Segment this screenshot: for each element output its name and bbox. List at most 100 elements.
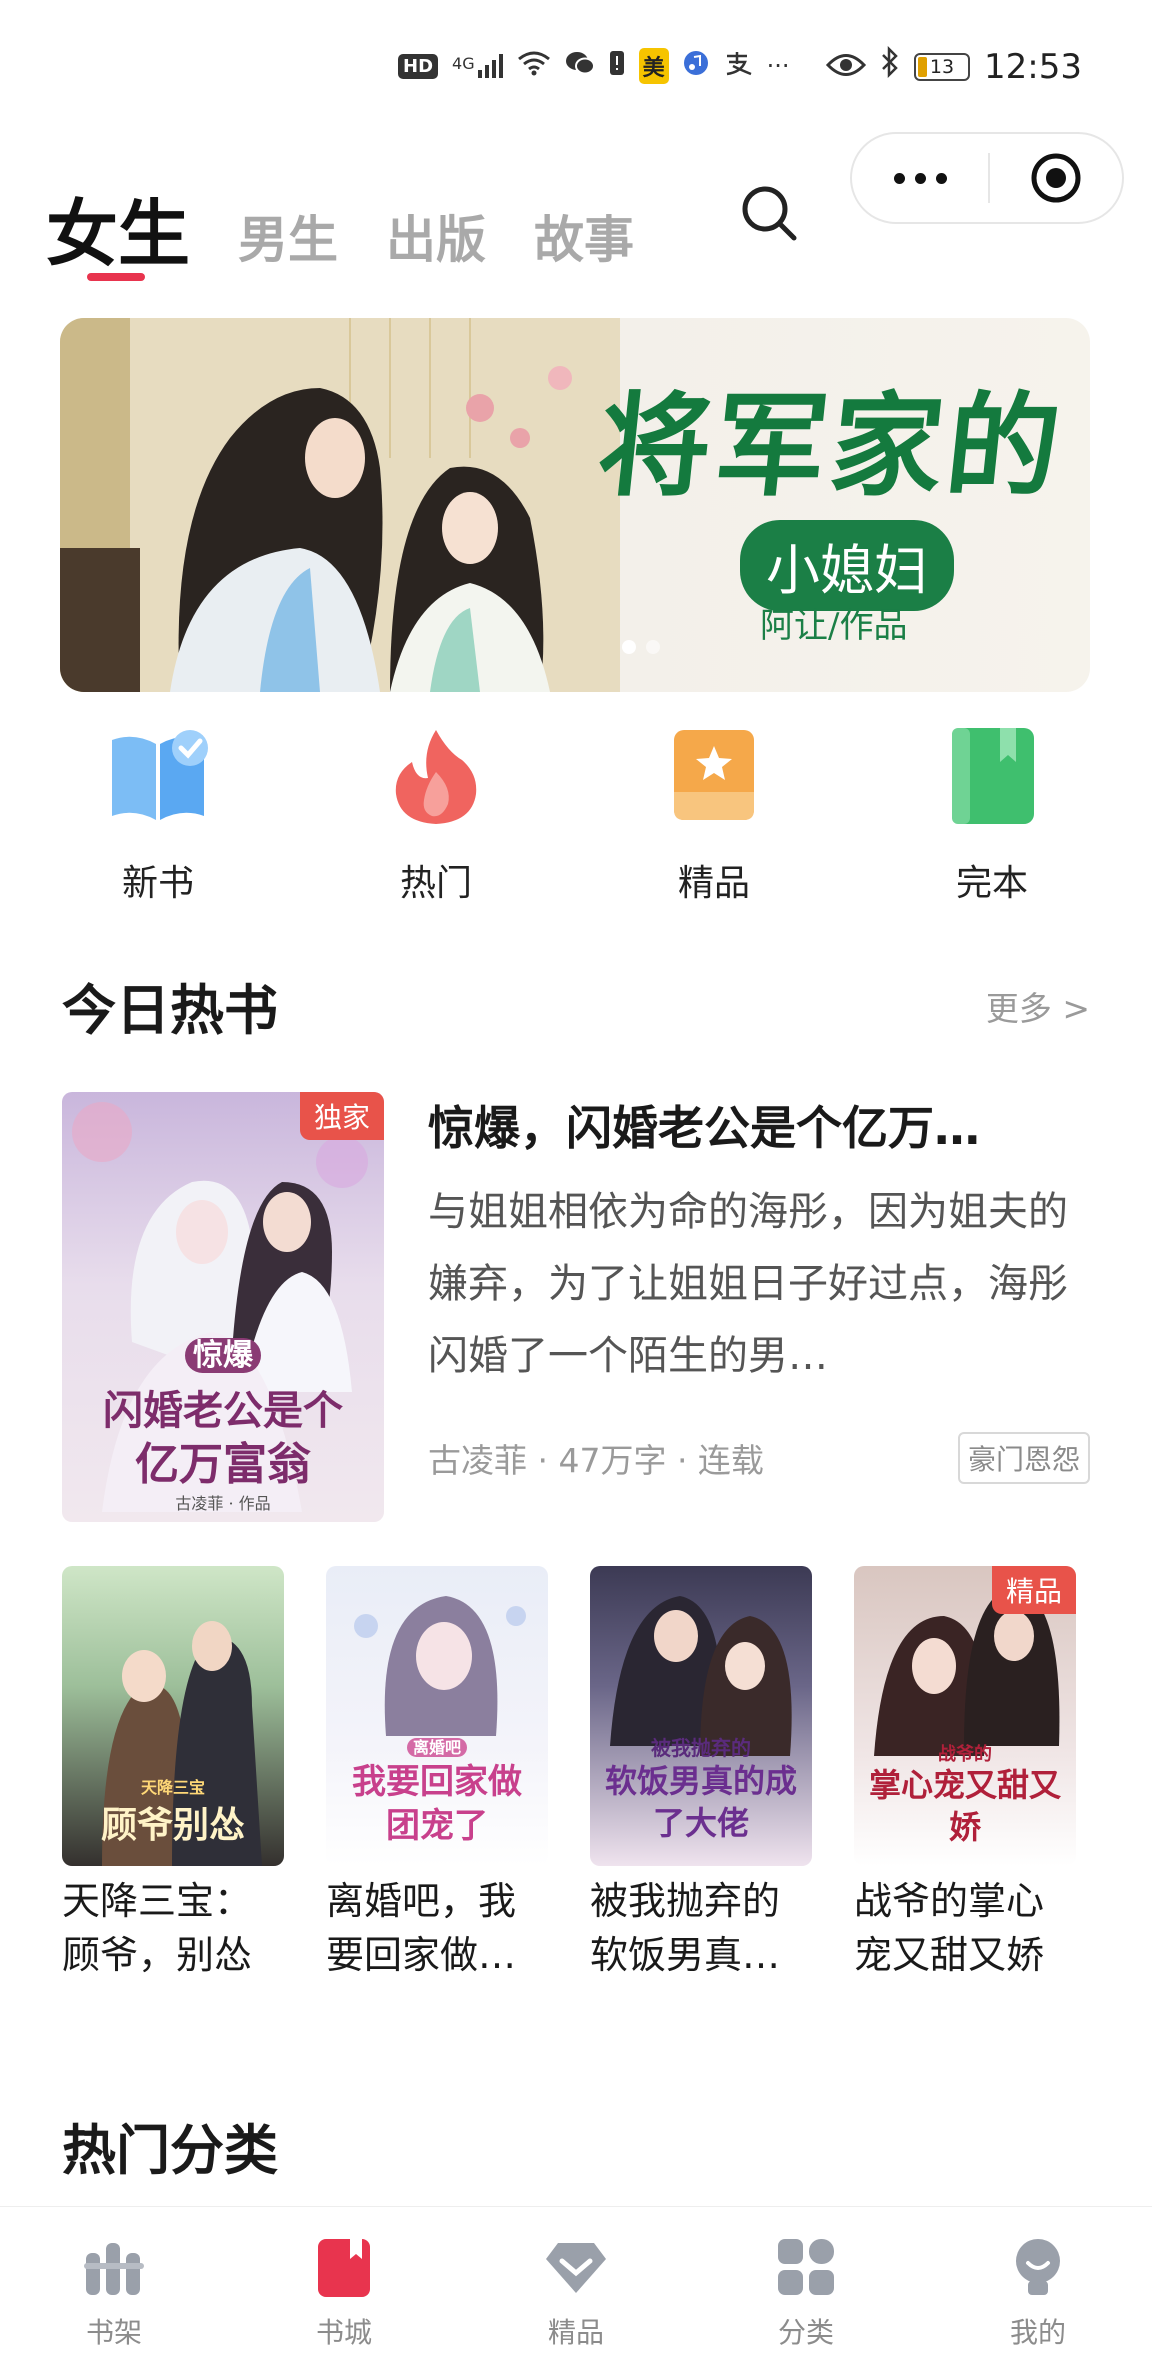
flame-icon — [395, 730, 477, 824]
nav-premium[interactable]: 精品 — [496, 2235, 656, 2351]
mini-program-capsule — [850, 132, 1124, 224]
diamond-icon — [546, 2243, 606, 2293]
more-link[interactable]: 更多 > — [986, 982, 1090, 1030]
book-item[interactable]: 天降三宝 顾爷别怂 天降三宝：顾爷，别怂 — [62, 1566, 284, 1982]
premium-badge: 精品 — [991, 1566, 1076, 1614]
alert-icon — [609, 49, 625, 84]
cover-sub: 战爷的 — [938, 1744, 992, 1765]
banner-dot-active — [622, 640, 636, 654]
more-menu-button[interactable] — [852, 134, 988, 222]
tab-story[interactable]: 故事 — [534, 200, 634, 280]
cover-text: 软饭男真的成了大佬 — [604, 1762, 797, 1842]
cover-sub: 被我抛弃的 — [651, 1736, 751, 1760]
battery-level: 13 — [929, 55, 955, 78]
wifi-icon — [517, 50, 551, 83]
book-cover: 离婚吧 我要回家做团宠了 — [326, 1566, 548, 1866]
book-item[interactable]: 精品 战爷的 掌心宠又甜又娇 战爷的掌心宠又甜又娇 — [854, 1566, 1076, 1982]
battery-icon: 13 — [914, 52, 971, 81]
exclusive-badge: 独家 — [299, 1092, 384, 1140]
clock: 12:53 — [984, 46, 1082, 87]
quick-label: 热门 — [399, 863, 472, 904]
nav-bookshelf[interactable]: 书架 — [34, 2235, 194, 2351]
cover-author: 古凌菲 · 作品 — [175, 1494, 271, 1513]
bookstore-icon — [318, 2239, 370, 2297]
nav-label: 书架 — [85, 2316, 142, 2349]
book-title: 离婚吧，我要回家做… — [326, 1879, 517, 1977]
wechat-icon — [565, 50, 595, 83]
nav-category[interactable]: 分类 — [726, 2235, 886, 2351]
nav-label: 我的 — [1009, 2316, 1066, 2349]
today-hot-header: 今日热书 更多 > — [62, 966, 1090, 1045]
quick-label: 新书 — [121, 863, 194, 904]
quick-item-premium[interactable]: 精品 — [614, 722, 814, 906]
cover-text-1: 惊爆 — [185, 1338, 261, 1373]
more-status-icon: ··· — [766, 52, 790, 80]
cover-sub: 天降三宝 — [140, 1778, 205, 1797]
channel-tabs: 女生 男生 出版 故事 — [46, 170, 634, 280]
eye-icon — [825, 47, 867, 87]
book-title: 被我抛弃的软饭男真… — [590, 1879, 781, 1977]
quick-item-hot[interactable]: 热门 — [336, 722, 536, 906]
nav-label: 书城 — [315, 2316, 372, 2349]
nav-profile[interactable]: 我的 — [958, 2235, 1118, 2351]
book-title: 惊爆，闪婚老公是个亿万… — [428, 1101, 980, 1155]
grid-icon — [778, 2239, 834, 2295]
signal-icon: 4G — [452, 54, 503, 78]
book-title: 战爷的掌心宠又甜又娇 — [854, 1879, 1045, 1977]
active-tab-indicator — [87, 273, 145, 281]
featured-book-card[interactable]: 独家 惊爆 闪婚老公是个 亿万富翁 古凌菲 · 作品 惊爆，闪婚老公是个亿万… … — [62, 1092, 1090, 1522]
cover-sub: 离婚吧 — [406, 1738, 467, 1757]
book-info: 惊爆，闪婚老公是个亿万… 与姐姐相依为命的海彤，因为姐夫的嫌弃，为了让姐姐日子好… — [428, 1092, 1090, 1484]
bottom-navigation: 书架 书城 精品 分类 我的 — [0, 2206, 1152, 2376]
new-book-icon — [112, 730, 208, 820]
book-cover: 独家 惊爆 闪婚老公是个 亿万富翁 古凌菲 · 作品 — [62, 1092, 384, 1522]
tab-female[interactable]: 女生 — [46, 175, 190, 280]
banner-author: 阿让/作品 — [760, 606, 908, 646]
banner-title: 将军家的 — [592, 381, 1070, 512]
network-type: 4G — [452, 54, 475, 73]
book-meta: 古凌菲 · 47万字 · 连载 豪门恩怨 — [428, 1432, 1090, 1484]
banner-pagination — [622, 640, 660, 654]
quick-item-finished[interactable]: 完本 — [892, 722, 1092, 906]
hot-categories-header: 热门分类 — [62, 2106, 1090, 2185]
star-badge-icon — [674, 730, 754, 820]
search-button[interactable] — [738, 182, 800, 244]
profile-icon — [1016, 2239, 1060, 2295]
cover-text: 我要回家做团宠了 — [352, 1762, 522, 1846]
close-program-button[interactable] — [990, 134, 1122, 222]
hero-banner[interactable]: 将军家的 小媳妇 阿让/作品 — [60, 318, 1090, 692]
banner-illustration — [60, 318, 620, 692]
cover-line-1: 惊爆 — [72, 1330, 374, 1374]
finished-book-icon — [952, 728, 1034, 824]
book-grid: 天降三宝 顾爷别怂 天降三宝：顾爷，别怂 离婚吧 我要回家做团宠了 离婚吧，我要… — [62, 1566, 1090, 1986]
book-cover: 精品 战爷的 掌心宠又甜又娇 — [854, 1566, 1076, 1866]
music-icon — [683, 50, 709, 83]
quick-label: 完本 — [955, 863, 1028, 904]
nav-bookstore[interactable]: 书城 — [264, 2235, 424, 2351]
cover-text: 掌心宠又甜又娇 — [868, 1766, 1061, 1846]
tab-male[interactable]: 男生 — [238, 200, 338, 280]
bluetooth-icon — [880, 45, 900, 87]
book-cover: 被我抛弃的 软饭男真的成了大佬 — [590, 1566, 812, 1866]
cover-sub-wrap: 离婚吧 — [336, 1734, 538, 1758]
alipay-icon — [723, 50, 753, 83]
book-title: 天降三宝：顾爷，别怂 — [62, 1879, 253, 1977]
quick-categories: 新书 热门 精品 完本 — [0, 722, 1152, 912]
search-icon — [742, 186, 797, 241]
cover-line-3: 亿万富翁 — [135, 1439, 311, 1490]
status-icons: HD 4G 美 ··· — [398, 48, 790, 84]
status-bar: HD 4G 美 ··· 13 12:53 — [0, 0, 1152, 130]
meituan-badge-icon: 美 — [638, 48, 669, 84]
book-meta-text: 古凌菲 · 47万字 · 连载 — [428, 1441, 764, 1480]
quick-item-new[interactable]: 新书 — [58, 722, 258, 906]
target-icon — [1031, 153, 1081, 203]
quick-label: 精品 — [677, 863, 750, 904]
tab-publish[interactable]: 出版 — [386, 200, 486, 280]
book-item[interactable]: 被我抛弃的 软饭男真的成了大佬 被我抛弃的软饭男真… — [590, 1566, 812, 1982]
hd-indicator: HD — [398, 53, 439, 79]
status-right: 13 12:53 — [825, 45, 1082, 87]
book-description: 与姐姐相依为命的海彤，因为姐夫的嫌弃，为了让姐姐日子好过点，海彤闪婚了一个陌生的… — [428, 1189, 1068, 1379]
book-item[interactable]: 离婚吧 我要回家做团宠了 离婚吧，我要回家做… — [326, 1566, 548, 1982]
section-title: 热门分类 — [62, 2119, 278, 2182]
nav-label: 精品 — [547, 2316, 604, 2349]
